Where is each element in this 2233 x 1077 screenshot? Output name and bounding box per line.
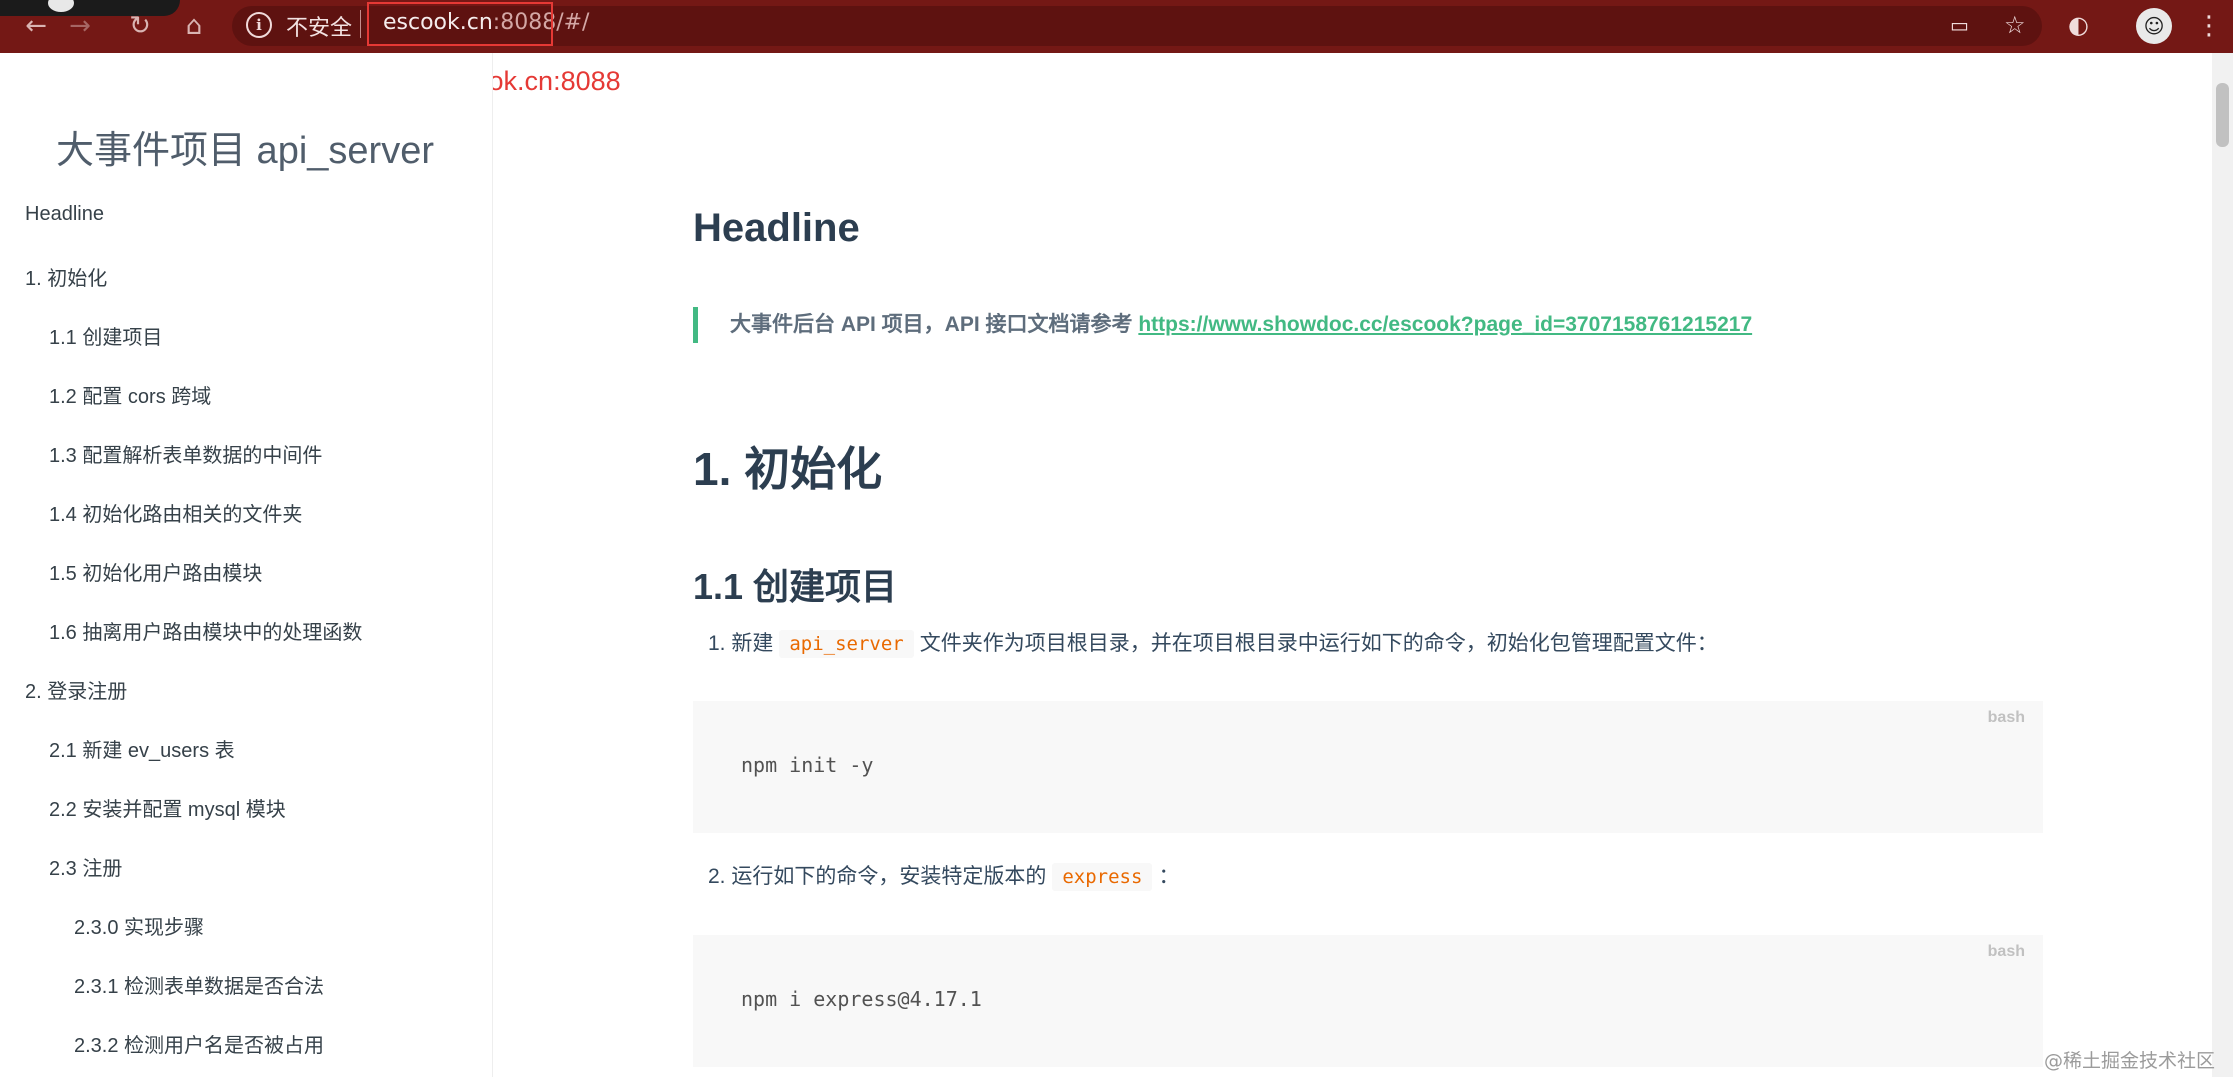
url-path: /#/ [556, 10, 590, 35]
code-line: npm init -y [741, 753, 874, 777]
back-icon[interactable]: ← [18, 8, 54, 44]
scrollbar[interactable] [2212, 53, 2233, 1077]
toc-item[interactable]: 2.1 新建 ev_users 表 [49, 734, 235, 763]
h2-heading[interactable]: 1.1 创建项目 [693, 558, 897, 610]
step-1-text: 1. 新建 api_server 文件夹作为项目根目录，并在项目根目录中运行如下的命… [708, 626, 1718, 662]
toc-item[interactable]: 1.6 抽离用户路由模块中的处理函数 [49, 616, 362, 645]
toc-item[interactable]: 2.2 安装并配置 mysql 模块 [49, 793, 286, 822]
app-title[interactable]: 大事件项目 api_server [56, 119, 434, 174]
section-heading[interactable]: Headline [693, 206, 860, 251]
toc-item[interactable]: 2.3.2 检测用户名是否被占用 [74, 1029, 324, 1058]
doc-link[interactable]: https://www.showdoc.cc/escook?page_id=37… [1138, 313, 1752, 336]
extension-icon[interactable]: ◐ [2068, 10, 2089, 40]
step-2-text: 2. 运行如下的命令，安装特定版本的 express： [708, 859, 1179, 895]
avatar[interactable]: ☺ [2136, 8, 2172, 44]
url-highlight-box [367, 2, 553, 46]
code-block: bash npm init -y [693, 701, 2043, 833]
toc-item[interactable]: 2.3.0 实现步骤 [74, 911, 204, 940]
inline-code: api_server [779, 630, 914, 658]
browser-toolbar: ← → ↻ ⌂ i 不安全 escook.cn:8088/#/ ▭ ☆ ◐ ☺ … [0, 0, 2233, 53]
address-divider [360, 10, 361, 38]
toc-item[interactable]: 1.3 配置解析表单数据的中间件 [49, 439, 322, 468]
reload-icon[interactable]: ↻ [122, 8, 158, 44]
quote-text: 大事件后台 API 项目，API 接口文档请参考 [730, 313, 1139, 336]
code-line: npm i express@4.17.1 [741, 987, 982, 1011]
toc-item[interactable]: 1.1 创建项目 [49, 321, 162, 350]
step-1-suffix: 文件夹作为项目根目录，并在项目根目录中运行如下的命令，初始化包管理配置文件： [919, 632, 1718, 655]
main-content: Headline 大事件后台 API 项目，API 接口文档请参考 https:… [493, 53, 2233, 1077]
scroll-thumb[interactable] [2216, 83, 2229, 147]
code-lang-label: bash [1987, 709, 2025, 726]
step-2-prefix: 2. 运行如下的命令，安装特定版本的 [708, 865, 1047, 888]
h1-heading[interactable]: 1. 初始化 [693, 433, 882, 499]
toc-item[interactable]: 2.3 注册 [49, 852, 122, 881]
watermark: @稀土掘金技术社区 [2043, 1050, 2215, 1072]
bookmark-star-icon[interactable]: ☆ [2004, 10, 2026, 40]
toc-item[interactable]: 2.3.1 检测表单数据是否合法 [74, 970, 324, 999]
menu-icon[interactable]: ⋮ [2196, 8, 2222, 44]
step-2-suffix: ： [1158, 865, 1180, 888]
step-1-prefix: 1. 新建 [708, 632, 774, 655]
toc-item[interactable]: 1.4 初始化路由相关的文件夹 [49, 498, 302, 527]
forward-icon[interactable]: → [62, 8, 98, 44]
cast-icon[interactable]: ▭ [1950, 10, 1969, 40]
inline-code: express [1052, 863, 1153, 891]
blockquote: 大事件后台 API 项目，API 接口文档请参考 https://www.sho… [693, 307, 1752, 343]
toc-item[interactable]: 1. 初始化 [25, 262, 107, 291]
home-icon[interactable]: ⌂ [176, 8, 212, 44]
security-label[interactable]: 不安全 [286, 10, 352, 42]
sidebar: 大事件项目 api_server Headline 1. 初始化 1.1 创建项… [0, 53, 493, 1077]
code-block: bash npm i express@4.17.1 [693, 935, 2043, 1067]
code-lang-label: bash [1987, 943, 2025, 960]
info-icon[interactable]: i [246, 12, 272, 38]
toc-item[interactable]: 2. 登录注册 [25, 675, 127, 704]
toc-item[interactable]: Headline [25, 203, 104, 226]
toc-item[interactable]: 1.5 初始化用户路由模块 [49, 557, 262, 586]
toc-item[interactable]: 1.2 配置 cors 跨域 [49, 380, 211, 409]
